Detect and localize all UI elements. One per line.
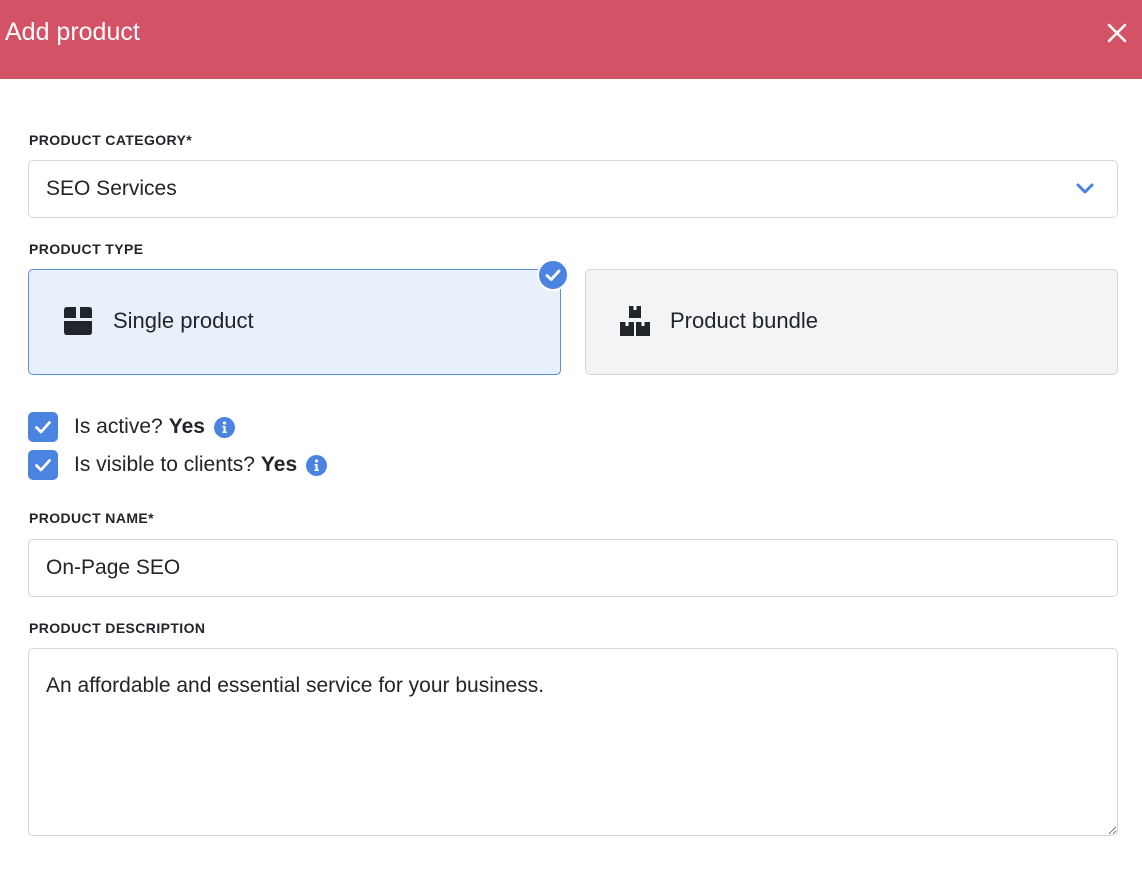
is-visible-checkbox[interactable] (28, 450, 58, 480)
product-type-bundle-option[interactable]: Product bundle (585, 269, 1118, 375)
modal-title: Add product (5, 18, 140, 46)
close-icon (1107, 23, 1127, 43)
is-visible-row: Is visible to clients? Yes (28, 450, 328, 480)
checkmark-icon (35, 421, 51, 434)
check-icon (545, 269, 561, 281)
product-category-select[interactable]: SEO Services (28, 160, 1118, 218)
product-category-label: PRODUCT CATEGORY* (29, 132, 193, 148)
info-icon[interactable] (213, 416, 235, 438)
is-visible-value: Yes (260, 453, 298, 476)
product-name-label: PRODUCT NAME* (29, 510, 154, 526)
modal-header: Add product (0, 0, 1142, 79)
info-glyph-icon (222, 420, 227, 433)
product-type-single-label: Single product (113, 308, 254, 333)
product-type-bundle-label: Product bundle (670, 308, 818, 333)
boxes-icon (620, 306, 650, 336)
product-type-single-option[interactable]: Single product (28, 269, 561, 375)
is-active-value: Yes (168, 415, 205, 438)
info-glyph-icon (314, 458, 319, 471)
product-name-input[interactable] (28, 539, 1118, 597)
product-category-value: SEO Services (46, 177, 177, 200)
box-icon (64, 307, 92, 335)
close-button[interactable] (1100, 16, 1134, 50)
chevron-down-icon (1076, 183, 1094, 194)
info-icon[interactable] (306, 454, 328, 476)
is-visible-label: Is visible to clients? (74, 453, 255, 476)
product-description-label: PRODUCT DESCRIPTION (29, 620, 206, 636)
selected-check-badge (537, 259, 569, 291)
checkmark-icon (35, 459, 51, 472)
is-active-row: Is active? Yes (28, 412, 235, 442)
is-active-label: Is active? (74, 415, 163, 438)
product-type-label: PRODUCT TYPE (29, 241, 144, 257)
is-active-checkbox[interactable] (28, 412, 58, 442)
product-description-textarea[interactable]: An affordable and essential service for … (28, 648, 1118, 836)
